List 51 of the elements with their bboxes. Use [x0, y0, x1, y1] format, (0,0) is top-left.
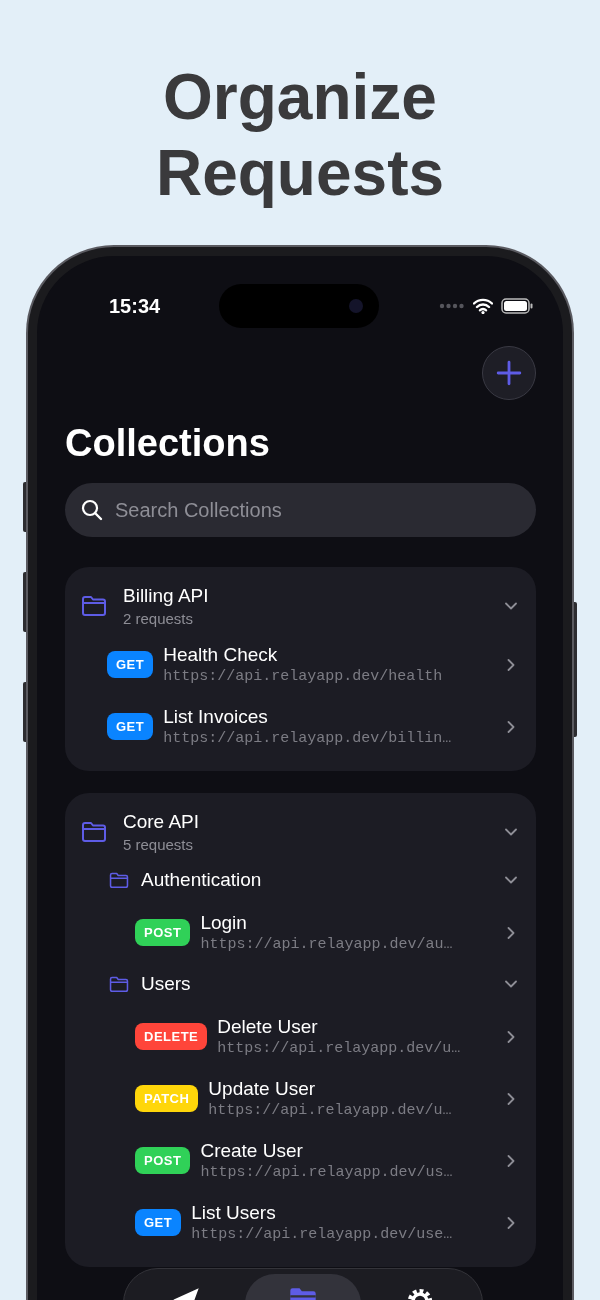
collection-header[interactable]: Core API 5 requests	[65, 805, 536, 860]
request-name: List Users	[191, 1202, 277, 1225]
folder-name: Authentication	[141, 869, 263, 892]
wifi-icon	[473, 298, 493, 315]
request-row[interactable]: GET Health Check https://api.relayapp.dev/health	[65, 633, 536, 696]
request-row[interactable]: DELETE Delete User https://api.relayapp.dev/u…	[65, 1005, 536, 1068]
status-time: 15:34	[109, 294, 161, 318]
folder-icon	[109, 975, 129, 993]
request-name: Create User	[200, 1140, 304, 1163]
request-url: https://api.relayapp.dev/au…	[200, 936, 454, 954]
request-count: 2 requests	[123, 610, 195, 628]
request-name: Login	[200, 912, 248, 935]
request-url: https://api.relayapp.dev/u…	[217, 1040, 462, 1058]
request-name: Delete User	[217, 1016, 319, 1039]
method-badge: GET	[107, 651, 154, 679]
folder-row[interactable]: Authentication	[65, 859, 536, 902]
method-badge: GET	[135, 1209, 182, 1237]
collection-header[interactable]: Billing API 2 requests	[65, 579, 536, 634]
request-url: https://api.relayapp.dev/billin…	[163, 730, 453, 748]
battery-icon	[501, 298, 533, 315]
request-name: Update User	[208, 1078, 317, 1101]
folder-icon	[81, 595, 107, 618]
folder-icon	[109, 871, 129, 889]
method-badge: GET	[107, 713, 154, 741]
search-field[interactable]: Search Collections	[65, 483, 536, 538]
add-button[interactable]	[482, 346, 536, 401]
folder-name: Users	[141, 973, 192, 996]
plus-icon	[496, 360, 522, 387]
request-row[interactable]: POST Create User https://api.relayapp.dev/us…	[65, 1129, 536, 1192]
request-row[interactable]: POST Login https://api.relayapp.dev/au…	[65, 901, 536, 964]
method-badge: DELETE	[135, 1023, 208, 1051]
request-name: Health Check	[163, 644, 279, 667]
collection-name: Billing API	[123, 585, 210, 608]
method-badge: POST	[135, 919, 191, 947]
request-row[interactable]: GET List Invoices https://api.relayapp.dev/billin…	[65, 695, 536, 758]
request-url: https://api.relayapp.dev/health	[163, 668, 444, 686]
method-badge: PATCH	[135, 1085, 199, 1113]
request-url: https://api.relayapp.dev/us…	[200, 1164, 454, 1182]
request-row[interactable]: PATCH Update User https://api.relayapp.dev/u…	[65, 1067, 536, 1130]
page-title: Collections	[65, 422, 271, 466]
request-url: https://api.relayapp.dev/u…	[208, 1102, 453, 1120]
headline: Organize Requests	[154, 60, 446, 211]
request-url: https://api.relayapp.dev/use…	[191, 1226, 454, 1244]
request-row[interactable]: GET List Users https://api.relayapp.dev/use…	[65, 1191, 536, 1254]
request-count: 5 requests	[123, 836, 195, 854]
method-badge: POST	[135, 1147, 191, 1175]
collection-name: Core API	[123, 811, 201, 834]
signal-icon	[439, 303, 465, 310]
folder-icon	[81, 821, 107, 844]
request-name: List Invoices	[163, 706, 269, 729]
folder-row[interactable]: Users	[65, 963, 536, 1006]
